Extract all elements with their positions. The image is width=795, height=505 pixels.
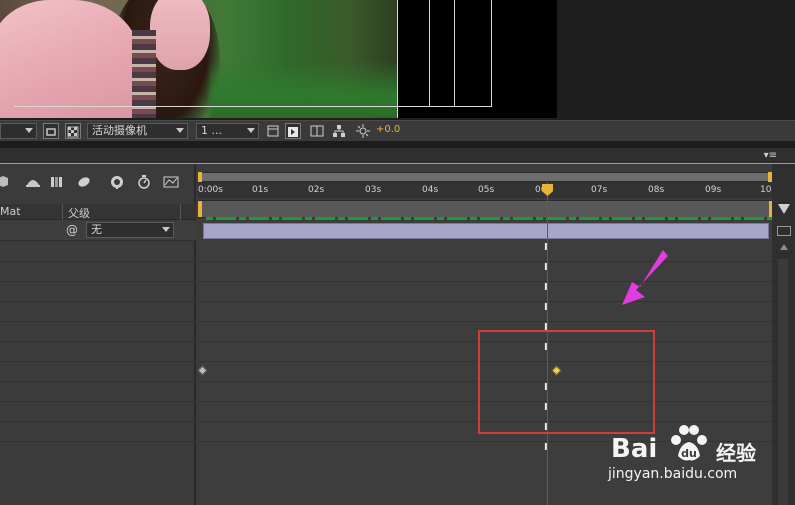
baidu-jingyan-watermark: Bai du 经验 jingyan.baidu.com [608,420,788,490]
baidu-logo-text: Bai [611,434,658,464]
arrow-shape [622,250,668,305]
paw-icon: du [671,425,707,461]
jingyan-text: 经验 [716,441,756,465]
watermark-url: jingyan.baidu.com [608,466,738,482]
after-effects-window: 活动摄像机 1 ... +0.0 ▾≡ Mat 父级 @ 无 0:00s 01s… [0,0,795,505]
svg-text:du: du [681,447,697,460]
